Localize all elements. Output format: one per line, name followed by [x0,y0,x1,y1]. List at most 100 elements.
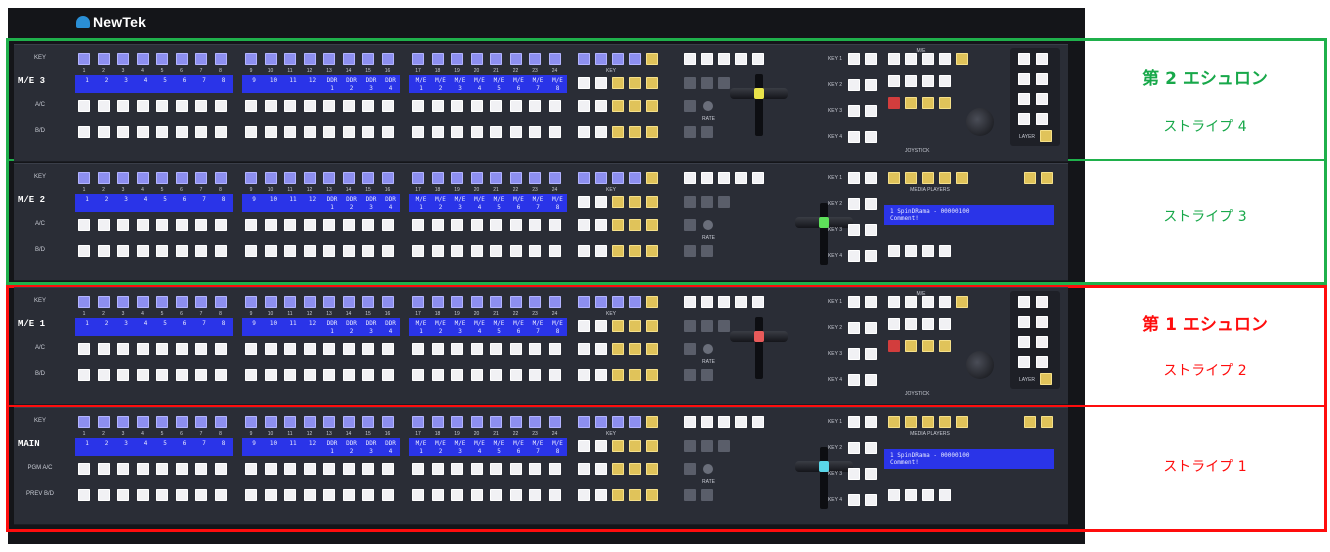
layer-button[interactable] [1036,113,1048,125]
key-delegate-button[interactable] [612,53,624,65]
key-crosspoint-button[interactable] [195,296,207,308]
bd-crosspoint-button[interactable] [245,369,257,381]
bd-transition-button[interactable] [595,126,607,138]
key-select-button[interactable] [718,53,730,65]
key-crosspoint-button[interactable] [381,416,394,428]
ac-crosspoint-button[interactable] [284,100,296,112]
ac-crosspoint-button[interactable] [548,219,561,231]
key-crosspoint-button[interactable] [362,53,374,65]
key-auto-button[interactable] [848,348,860,360]
key-crosspoint-button[interactable] [451,416,463,428]
bd-crosspoint-button[interactable] [548,489,561,501]
bd-crosspoint-button[interactable] [431,369,444,381]
ac-crosspoint-button[interactable] [264,463,277,475]
rate-knob-icon[interactable] [703,464,713,474]
ac-crosspoint-button[interactable] [136,219,149,231]
ac-transition-button[interactable] [629,219,641,231]
previz-button[interactable] [578,440,590,452]
auto-button[interactable] [701,77,713,89]
key-delegate-button[interactable] [595,172,607,184]
bd-crosspoint-button[interactable] [136,126,149,138]
bd-crosspoint-button[interactable] [490,245,502,257]
ac-crosspoint-button[interactable] [509,100,522,112]
previz-button[interactable] [612,320,624,332]
bd-transition-button[interactable] [646,489,658,501]
bd-crosspoint-button[interactable] [362,489,374,501]
trans-button[interactable] [718,320,730,332]
fade-button[interactable] [684,343,696,355]
ac-crosspoint-button[interactable] [303,100,316,112]
layer-extra-button[interactable] [1040,373,1052,385]
ac-crosspoint-button[interactable] [470,100,483,112]
previz-button[interactable] [646,77,658,89]
key-crosspoint-button[interactable] [117,53,129,65]
key-crosspoint-button[interactable] [412,416,424,428]
key-crosspoint-button[interactable] [136,172,149,184]
bd-transition-button[interactable] [646,245,658,257]
me-delegate-button[interactable] [888,97,900,109]
key-crosspoint-button[interactable] [284,296,296,308]
key-select-button[interactable] [718,296,730,308]
ac-transition-button[interactable] [612,100,624,112]
key-crosspoint-button[interactable] [117,296,129,308]
key-select-button[interactable] [684,416,696,428]
ac-transition-button[interactable] [578,343,590,355]
bd-crosspoint-button[interactable] [412,489,424,501]
ac-crosspoint-button[interactable] [156,100,168,112]
bd-transition-button[interactable] [578,126,590,138]
layer-button[interactable] [1018,73,1030,85]
tbar-grip[interactable] [754,88,764,99]
ac-crosspoint-button[interactable] [509,219,522,231]
key-select-button[interactable] [701,296,713,308]
ac-crosspoint-button[interactable] [412,343,424,355]
key-crosspoint-button[interactable] [342,296,355,308]
ac-transition-button[interactable] [646,219,658,231]
key-take-button[interactable] [865,442,877,454]
key-take-button[interactable] [865,105,877,117]
bd-crosspoint-button[interactable] [412,245,424,257]
key-take-button[interactable] [865,468,877,480]
bd-crosspoint-button[interactable] [245,245,257,257]
key-crosspoint-button[interactable] [97,416,110,428]
key-crosspoint-button[interactable] [78,172,90,184]
bd-transition-button[interactable] [646,369,658,381]
bd-crosspoint-button[interactable] [412,369,424,381]
key-crosspoint-button[interactable] [490,53,502,65]
bd-crosspoint-button[interactable] [342,126,355,138]
key-crosspoint-button[interactable] [78,296,90,308]
key-crosspoint-button[interactable] [303,172,316,184]
key-crosspoint-button[interactable] [342,172,355,184]
me-delegate-button[interactable] [905,318,917,330]
key-select-button[interactable] [684,172,696,184]
bd-crosspoint-button[interactable] [509,489,522,501]
key-auto-button[interactable] [848,172,860,184]
transport-button[interactable] [922,245,934,257]
ac-transition-button[interactable] [646,100,658,112]
key-delegate-button[interactable] [595,416,607,428]
media-player-button[interactable] [922,172,934,184]
key-crosspoint-button[interactable] [529,172,541,184]
ac-crosspoint-button[interactable] [451,219,463,231]
key-crosspoint-button[interactable] [214,172,227,184]
ac-crosspoint-button[interactable] [284,343,296,355]
ac-crosspoint-button[interactable] [117,100,129,112]
ac-crosspoint-button[interactable] [412,100,424,112]
ac-crosspoint-button[interactable] [214,100,227,112]
ac-transition-button[interactable] [612,463,624,475]
key-crosspoint-button[interactable] [548,53,561,65]
key-crosspoint-button[interactable] [362,172,374,184]
bd-crosspoint-button[interactable] [323,245,335,257]
ac-crosspoint-button[interactable] [264,100,277,112]
key-delegate-button[interactable] [646,172,658,184]
key-crosspoint-button[interactable] [490,416,502,428]
key-crosspoint-button[interactable] [264,416,277,428]
key-select-button[interactable] [735,53,747,65]
take-button[interactable] [684,77,696,89]
bd-crosspoint-button[interactable] [303,126,316,138]
key-take-button[interactable] [865,494,877,506]
bd-crosspoint-button[interactable] [284,126,296,138]
layer-button[interactable] [1036,356,1048,368]
key-crosspoint-button[interactable] [245,53,257,65]
ac-crosspoint-button[interactable] [245,463,257,475]
ac-transition-button[interactable] [629,463,641,475]
